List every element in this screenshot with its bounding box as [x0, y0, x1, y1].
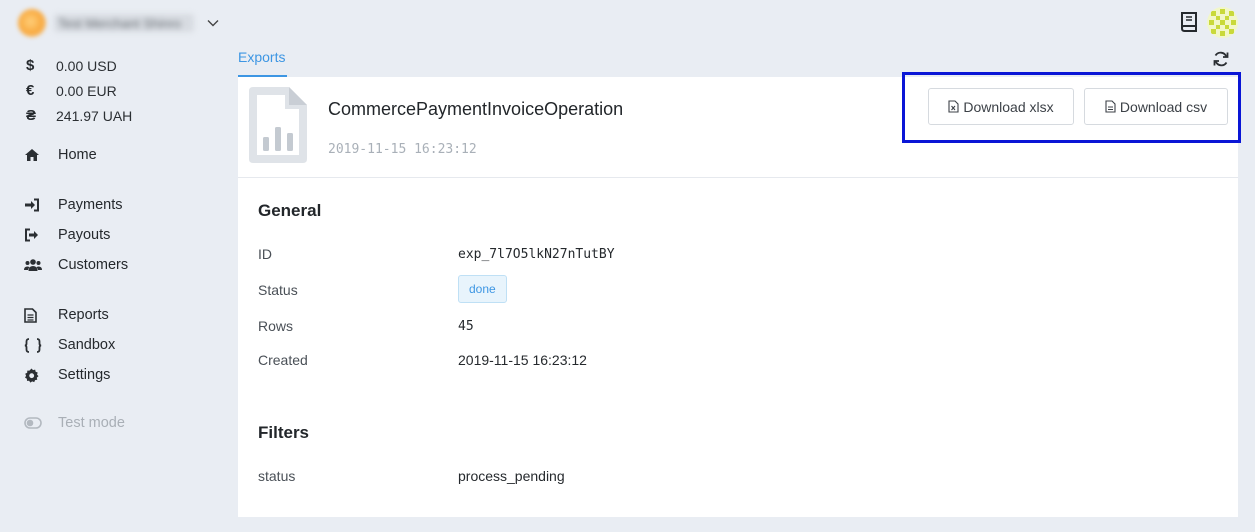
rows-value: 45 — [458, 319, 474, 334]
dollar-icon: $ — [26, 57, 35, 74]
merchant-name: Test Merchant Shinro — [54, 14, 194, 32]
balance-usd: $ 0.00 USD — [26, 53, 132, 78]
sidebar-item-label: Settings — [58, 367, 111, 383]
file-text-icon — [24, 307, 58, 323]
id-label: ID — [258, 246, 272, 262]
file-chart-icon — [249, 87, 307, 163]
sidebar-item-home[interactable]: Home — [24, 140, 224, 170]
rows-label: Rows — [258, 318, 294, 334]
sign-out-icon — [24, 228, 58, 242]
avatar[interactable] — [1207, 7, 1238, 38]
export-detail-card: CommercePaymentInvoiceOperation 2019-11-… — [238, 77, 1238, 517]
euro-icon: € — [26, 82, 35, 99]
sidebar-item-reports[interactable]: Reports — [24, 300, 224, 330]
file-csv-icon — [1105, 100, 1116, 113]
sidebar-item-label: Payouts — [58, 227, 111, 243]
created-label: Created — [258, 352, 308, 368]
toggle-off-icon — [24, 417, 58, 429]
id-value: exp_7l7O5lkN27nTutBY — [458, 247, 615, 262]
balance-uah: ₴ 241.97 UAH — [26, 103, 132, 128]
download-xlsx-label: Download xlsx — [963, 98, 1054, 115]
balance-eur-amount: 0.00 EUR — [56, 82, 117, 99]
status-label: Status — [258, 282, 298, 298]
general-section-title: General — [258, 201, 322, 220]
book-icon[interactable] — [1179, 11, 1199, 33]
status-badge: done — [458, 275, 507, 303]
identicon-icon — [1207, 7, 1238, 38]
test-mode-toggle[interactable]: Test mode — [24, 408, 224, 438]
tab-exports[interactable]: Exports — [238, 49, 288, 77]
users-icon — [24, 258, 58, 272]
sidebar-item-label: Reports — [58, 307, 109, 323]
balance-usd-amount: 0.00 USD — [56, 57, 117, 74]
filter-value: process_pending — [458, 468, 565, 484]
balances: $ 0.00 USD € 0.00 EUR ₴ 241.97 UAH — [26, 53, 132, 128]
sidebar: Test Merchant Shinro $ 0.00 USD € 0.00 E… — [0, 0, 228, 532]
download-csv-label: Download csv — [1119, 98, 1208, 115]
sidebar-item-payments[interactable]: Payments — [24, 190, 224, 220]
refresh-icon[interactable] — [1212, 50, 1230, 68]
sidebar-item-label: Customers — [58, 257, 129, 273]
gear-icon — [24, 367, 58, 383]
download-csv-button[interactable]: Download csv — [1084, 88, 1228, 125]
export-title: CommercePaymentInvoiceOperation — [328, 99, 624, 119]
download-xlsx-button[interactable]: Download xlsx — [928, 88, 1074, 125]
merchant-switcher[interactable]: Test Merchant Shinro — [10, 4, 220, 42]
code-braces-icon — [24, 337, 58, 353]
created-value: 2019-11-15 16:23:12 — [458, 352, 587, 368]
test-mode-label: Test mode — [58, 415, 125, 431]
file-excel-icon — [948, 100, 959, 113]
hryvnia-icon: ₴ — [26, 107, 37, 124]
sidebar-item-label: Home — [58, 147, 97, 163]
sidebar-item-label: Sandbox — [58, 337, 116, 353]
sidebar-item-payouts[interactable]: Payouts — [24, 220, 224, 250]
sidebar-nav: Home Payments Payouts Customers Reports … — [24, 140, 224, 438]
filter-key: status — [258, 468, 296, 484]
sidebar-item-label: Payments — [58, 197, 123, 213]
export-timestamp: 2019-11-15 16:23:12 — [328, 142, 477, 157]
sidebar-item-sandbox[interactable]: Sandbox — [24, 330, 224, 360]
sidebar-item-settings[interactable]: Settings — [24, 360, 224, 390]
chevron-down-icon — [207, 20, 219, 27]
filters-section-title: Filters — [258, 423, 310, 442]
sidebar-item-customers[interactable]: Customers — [24, 250, 224, 280]
balance-uah-amount: 241.97 UAH — [56, 107, 133, 124]
balance-eur: € 0.00 EUR — [26, 78, 132, 103]
sign-in-icon — [24, 198, 58, 212]
home-icon — [24, 148, 58, 162]
merchant-logo — [18, 9, 46, 37]
